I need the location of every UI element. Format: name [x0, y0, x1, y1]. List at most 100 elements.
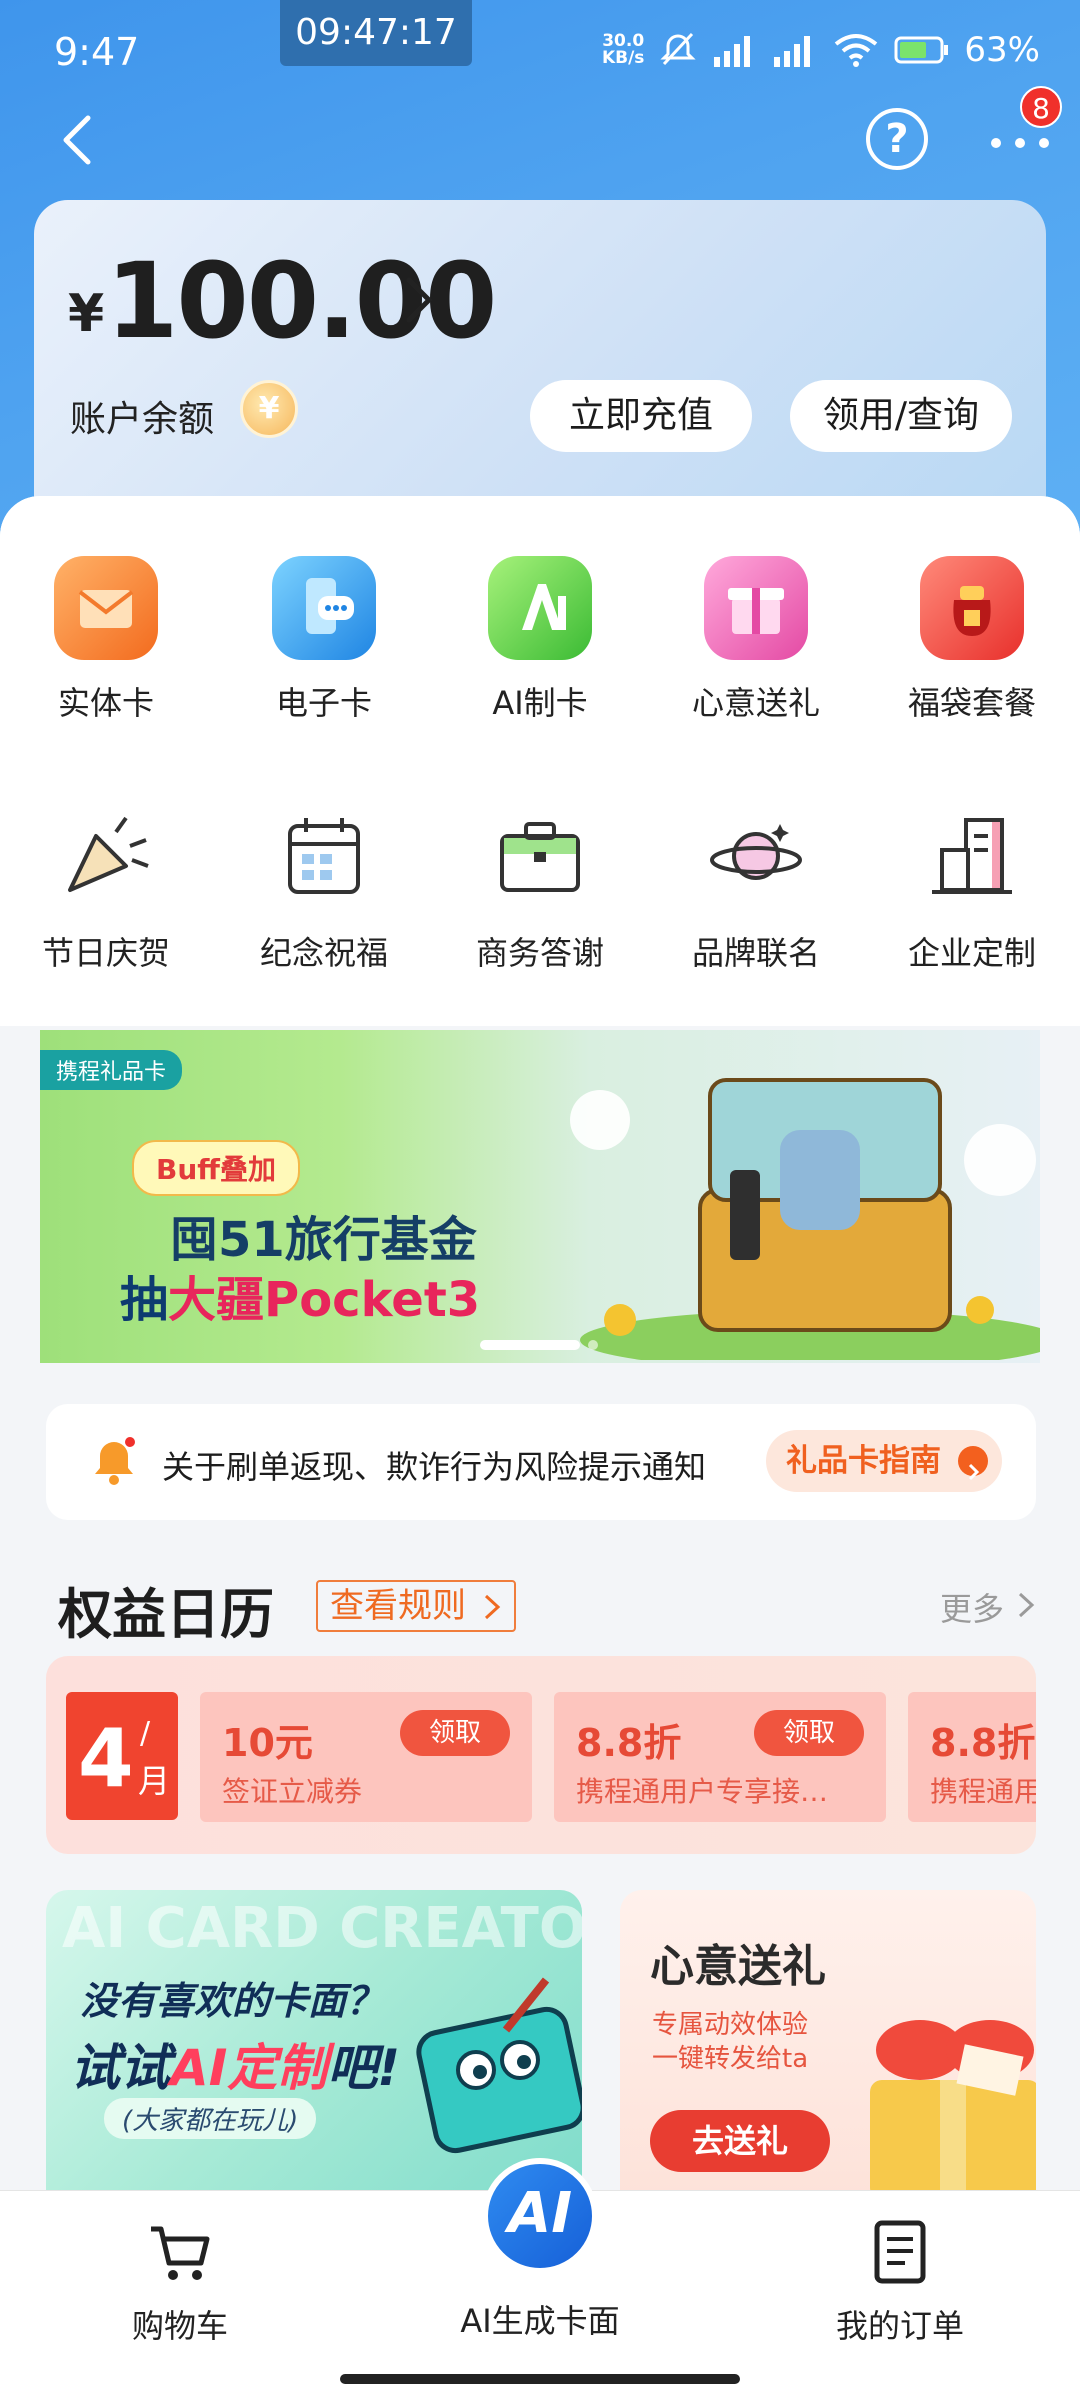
status-bar: 9:47 09:47:17 30.0 KB/s 63% — [0, 0, 1080, 100]
grid-item-ai-card[interactable]: AI制卡 — [450, 556, 630, 724]
back-button[interactable] — [50, 110, 110, 170]
send-gift-button[interactable]: 去送礼 — [650, 2110, 830, 2172]
more-dot — [991, 138, 1001, 148]
card-mascot-illustration — [416, 1977, 582, 2154]
grid-label: AI制卡 — [492, 684, 588, 722]
coupon-desc: 签证立减券 — [222, 1775, 363, 1808]
building-icon — [932, 818, 1012, 894]
grid-label: 福袋套餐 — [907, 684, 1036, 722]
grid-item-lucky-bag[interactable]: 福袋套餐 — [882, 556, 1062, 724]
ai-card-creator-promo[interactable]: AI CARD CREATOR 没有喜欢的卡面？ 试试AI定制吧! (大家都在玩… — [46, 1890, 582, 2200]
grid-item-memorial[interactable]: 纪念祝福 — [234, 806, 414, 974]
gift-card-guide-button[interactable]: 礼品卡指南 — [766, 1430, 1002, 1492]
coupon-value: 8.8折 — [576, 1721, 682, 1765]
coupon-card[interactable]: 8.8折 携程通用 — [908, 1692, 1036, 1822]
claim-button[interactable]: 领取 — [754, 1710, 864, 1756]
risk-notice[interactable]: 关于刷单返现、欺诈行为风险提示通知 礼品卡指南 — [46, 1404, 1036, 1520]
promo-ai-line1: 没有喜欢的卡面？ — [80, 1979, 385, 2023]
grid-item-festival[interactable]: 节日庆贺 — [16, 806, 196, 974]
promo-ai-line2-suffix: 吧! — [327, 2039, 401, 2097]
party-popper-icon — [68, 816, 149, 892]
nav-cart[interactable]: 购物车 — [60, 2191, 300, 2347]
briefcase-icon — [500, 822, 580, 892]
home-indicator[interactable] — [340, 2374, 740, 2384]
network-speed: 30.0 KB/s — [602, 33, 644, 67]
more-dot — [1039, 138, 1049, 148]
balance-card[interactable]: ¥ 100.00 账户余额 ¥ 立即充值 领用/查询 — [34, 200, 1046, 530]
ai-generate-button[interactable]: AI — [482, 2158, 598, 2274]
grid-label: 品牌联名 — [691, 934, 820, 972]
grid-label: 企业定制 — [907, 934, 1036, 972]
promo-ai-line3: (大家都在玩儿) — [104, 2098, 317, 2139]
coupon-value: 8.8折 — [930, 1721, 1036, 1765]
cart-icon — [151, 2226, 210, 2280]
guide-label: 礼品卡指南 — [786, 1443, 941, 1479]
rules-label: 查看规则 — [330, 1586, 466, 1626]
gift-desc-line1: 专属动效体验 — [652, 2010, 809, 2040]
banner-line2-prefix: 抽 — [120, 1272, 169, 1328]
grid-label: 商务答谢 — [475, 934, 604, 972]
coupon-desc: 携程通用户专享接… — [576, 1775, 829, 1808]
grid-item-brand[interactable]: 品牌联名 — [666, 806, 846, 974]
order-list-icon — [874, 2220, 926, 2284]
grid-item-physical-card[interactable]: 实体卡 — [16, 556, 196, 724]
grid-label: 节日庆贺 — [41, 934, 170, 972]
benefits-calendar-strip: 4 / 月 10元 签证立减券 领取 8.8折 携程通用户专享接… 领取 8.8… — [46, 1656, 1036, 1854]
chat-phone-icon — [272, 556, 376, 660]
balance-label: 账户余额 — [70, 399, 215, 440]
gift-icon — [704, 556, 808, 660]
claim-button[interactable]: 领取 — [400, 1710, 510, 1756]
grid-item-gift[interactable]: 心意送礼 — [666, 556, 846, 724]
chevron-right-icon — [484, 1594, 501, 1620]
clock-overlay: 09:47:17 — [280, 0, 472, 66]
status-time: 9:47 — [54, 30, 140, 74]
promo-ai-line2-highlight: AI定制 — [170, 2039, 328, 2097]
grid-item-enterprise[interactable]: 企业定制 — [882, 806, 1062, 974]
signal-icon-1 — [714, 36, 751, 67]
banner-line2-highlight: 大疆Pocket3 — [168, 1272, 481, 1328]
gift-sending-promo[interactable]: 心意送礼 专属动效体验 一键转发给ta 去送礼 — [620, 1890, 1036, 2200]
claim-query-button[interactable]: 领用/查询 — [790, 380, 1012, 452]
nav-orders[interactable]: 我的订单 — [780, 2191, 1020, 2347]
more-link[interactable]: 更多 — [940, 1584, 1004, 1630]
coin-icon: ¥ — [240, 380, 298, 438]
grid-item-e-card[interactable]: 电子卡 — [234, 556, 414, 724]
help-button[interactable]: ? — [866, 108, 928, 170]
ai-icon — [488, 556, 592, 660]
net-speed-unit: KB/s — [601, 48, 645, 68]
chevron-right-icon[interactable] — [399, 270, 439, 330]
nav-label: 我的订单 — [835, 2307, 964, 2345]
view-rules-button[interactable]: 查看规则 — [316, 1580, 516, 1632]
grid-label: 纪念祝福 — [259, 934, 388, 972]
recharge-button[interactable]: 立即充值 — [530, 380, 752, 452]
nav-label: 购物车 — [131, 2307, 228, 2345]
signal-icon-2 — [774, 36, 811, 67]
wifi-icon — [835, 34, 878, 67]
battery-percent: 63% — [964, 30, 1040, 70]
chevron-right-icon[interactable] — [1014, 1588, 1038, 1622]
month-slash: / — [140, 1716, 151, 1751]
notice-text: 关于刷单返现、欺诈行为风险提示通知 — [162, 1448, 707, 1486]
benefits-calendar-title: 权益日历 — [58, 1583, 274, 1646]
promo-banner[interactable]: 携程礼品卡 Buff叠加 囤51旅行基金 抽大疆Pocket3 — [40, 1030, 1040, 1363]
coupon-card[interactable]: 8.8折 携程通用户专享接… 领取 — [554, 1692, 886, 1822]
envelope-icon — [54, 556, 158, 660]
more-dot — [1015, 138, 1025, 148]
month-badge: 4 / 月 — [66, 1692, 178, 1820]
status-icons: 30.0 KB/s 63% — [602, 30, 1040, 70]
gift-desc-line2: 一键转发给ta — [652, 2044, 809, 2074]
ai-generate-label[interactable]: AI生成卡面 — [440, 2296, 640, 2342]
coupon-card[interactable]: 10元 签证立减券 领取 — [200, 1692, 532, 1822]
promo-ai-line2-prefix: 试试 — [70, 2039, 170, 2097]
coupon-value: 10元 — [222, 1721, 313, 1765]
bell-icon — [95, 1437, 135, 1485]
banner-buff-tag: Buff叠加 — [132, 1140, 300, 1196]
grid-item-business[interactable]: 商务答谢 — [450, 806, 630, 974]
grid-label: 心意送礼 — [691, 684, 820, 722]
gift-promo-desc: 专属动效体验 一键转发给ta — [652, 2008, 808, 2076]
chevron-right-icon — [958, 1446, 988, 1481]
banner-brand-tag: 携程礼品卡 — [40, 1050, 183, 1090]
suitcase-illustration — [570, 1078, 1040, 1360]
notification-badge: 8 — [1020, 86, 1062, 128]
gift-box-illustration — [870, 2020, 1036, 2200]
